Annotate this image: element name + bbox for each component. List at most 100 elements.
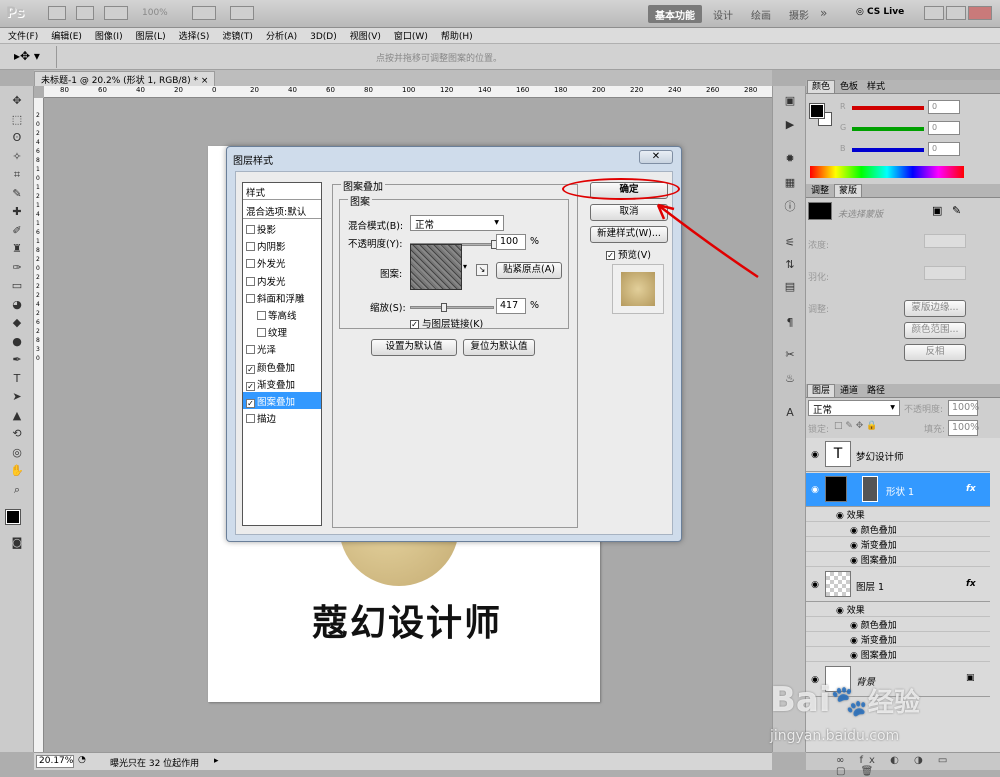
menu-item[interactable]: 帮助(H): [436, 28, 478, 43]
layer-row[interactable]: ◉ T 梦幻设计师: [806, 438, 990, 472]
scale-slider-thumb[interactable]: [441, 303, 448, 312]
checkbox-checked-icon[interactable]: ✓: [246, 364, 255, 374]
blending-options-default[interactable]: 混合选项:默认: [243, 202, 321, 219]
checkbox-icon[interactable]: [257, 311, 266, 320]
character-icon[interactable]: A: [782, 406, 798, 420]
bridge-icon[interactable]: [48, 6, 66, 20]
histogram-icon[interactable]: ▤: [782, 280, 798, 294]
channel-slider[interactable]: [852, 106, 924, 110]
status-zoom[interactable]: 20.17%: [36, 755, 74, 768]
layers-footer-icons[interactable]: ∞ fx ◐ ◑ ▭ ▢ 🗑: [806, 752, 1000, 777]
brushes-icon[interactable]: ✂: [782, 348, 798, 362]
eye-icon[interactable]: ◉: [850, 556, 861, 566]
channel-slider[interactable]: [852, 148, 924, 152]
3d-orbit-icon[interactable]: ◎: [9, 446, 25, 460]
workspace-photography[interactable]: 摄影: [782, 5, 816, 23]
style-item[interactable]: 投影: [243, 220, 321, 237]
effect-row[interactable]: ◉ 渐变叠加: [806, 538, 990, 552]
style-item[interactable]: 描边: [243, 409, 321, 426]
feather-field[interactable]: [924, 266, 966, 280]
menu-item[interactable]: 视图(V): [345, 28, 386, 43]
tab-styles[interactable]: 样式: [863, 81, 889, 94]
shape-tool-icon[interactable]: ▲: [9, 409, 25, 423]
eraser-icon[interactable]: ▭: [9, 279, 25, 293]
paragraph-icon[interactable]: ¶: [782, 316, 798, 330]
effect-row[interactable]: ◉ 颜色叠加: [806, 618, 990, 632]
opacity-value[interactable]: 100: [496, 234, 526, 250]
eyedropper-icon[interactable]: ✎: [9, 187, 25, 201]
menu-item[interactable]: 编辑(E): [46, 28, 87, 43]
scale-slider[interactable]: [410, 303, 494, 312]
cs-live-button[interactable]: ◎ CS Live: [856, 7, 904, 17]
tab-paths[interactable]: 路径: [863, 385, 889, 398]
menu-item[interactable]: 滤镜(T): [217, 28, 258, 43]
3d-rotate-icon[interactable]: ⟲: [9, 427, 25, 441]
eye-icon[interactable]: ◉: [809, 484, 821, 496]
status-icon[interactable]: ◔: [78, 755, 86, 765]
checkbox-icon[interactable]: [246, 276, 255, 286]
snap-origin-button[interactable]: 贴紧原点(A): [496, 262, 562, 279]
hand-tool-icon[interactable]: ✋: [9, 464, 25, 478]
move-tool-preset-icon[interactable]: ▸✥ ▾: [14, 49, 40, 63]
menu-item[interactable]: 图像(I): [90, 28, 128, 43]
style-item[interactable]: ✓ 图案叠加: [243, 392, 321, 409]
channel-value[interactable]: 0: [928, 121, 960, 135]
paint-bucket-icon[interactable]: ◕: [9, 298, 25, 312]
style-item[interactable]: ✓ 渐变叠加: [243, 375, 321, 392]
more-workspaces-icon[interactable]: »: [820, 6, 827, 20]
checkbox-icon[interactable]: [246, 414, 255, 424]
blend-mode-select[interactable]: 正常 ▾: [410, 215, 504, 231]
eye-icon[interactable]: ◉: [836, 606, 847, 616]
mask-edge-button[interactable]: 蒙版边缘...: [904, 300, 966, 317]
brush-tool-icon[interactable]: ✐: [9, 224, 25, 238]
layer-row[interactable]: ◉ 图层 1 fx: [806, 568, 990, 602]
checkbox-icon[interactable]: [246, 242, 255, 252]
lock-icons[interactable]: □ ✎ ✥ 🔒: [834, 421, 877, 431]
dodge-tool-icon[interactable]: ●: [9, 335, 25, 349]
style-item[interactable]: 等高线: [243, 306, 321, 323]
layer-opacity-value[interactable]: 100%: [948, 400, 979, 416]
actions-icon[interactable]: ▶: [782, 118, 798, 132]
fx-icon[interactable]: fx: [966, 484, 976, 494]
style-item[interactable]: 内发光: [243, 272, 321, 289]
new-preset-icon[interactable]: ↘: [476, 264, 488, 276]
navigator-icon[interactable]: ▦: [782, 176, 798, 190]
eye-icon[interactable]: ◉: [850, 651, 861, 661]
tab-channels[interactable]: 通道: [836, 385, 862, 398]
menu-item[interactable]: 窗口(W): [389, 28, 433, 43]
effects-row[interactable]: ◉ 效果: [806, 508, 990, 522]
foreground-color-swatch[interactable]: [5, 509, 21, 525]
color-range-button[interactable]: 颜色范围...: [904, 322, 966, 339]
pattern-swatch[interactable]: [410, 244, 462, 290]
set-default-button[interactable]: 设置为默认值: [371, 339, 457, 356]
blur-tool-icon[interactable]: ◆: [9, 316, 25, 330]
history-brush-icon[interactable]: ✑: [9, 261, 25, 275]
layer-row[interactable]: ◉ 形状 1 fx: [806, 473, 990, 507]
path-select-icon[interactable]: ➤: [9, 390, 25, 404]
checkbox-icon[interactable]: [246, 345, 255, 355]
pen-tool-icon[interactable]: ✒: [9, 353, 25, 367]
checkbox-checked-icon[interactable]: ✓: [246, 381, 255, 391]
channel-slider[interactable]: [852, 127, 924, 131]
effect-row[interactable]: ◉ 渐变叠加: [806, 633, 990, 647]
checkbox-checked-icon[interactable]: ✓: [246, 399, 255, 408]
reset-default-button[interactable]: 复位为默认值: [463, 339, 535, 356]
clone-stamp-icon[interactable]: ♜: [9, 242, 25, 256]
arrange-documents-icon[interactable]: [192, 6, 216, 20]
minimize-icon[interactable]: [924, 6, 944, 20]
style-item[interactable]: 光泽: [243, 340, 321, 357]
vector-mask-icon[interactable]: ✎: [952, 204, 961, 217]
close-window-icon[interactable]: [968, 6, 992, 20]
status-arrow-icon[interactable]: ▸: [214, 756, 219, 766]
tool-presets-icon[interactable]: ⇅: [782, 258, 798, 272]
crop-tool-icon[interactable]: ⌗: [9, 168, 25, 182]
effect-row[interactable]: ◉ 图案叠加: [806, 553, 990, 567]
eye-icon[interactable]: ◉: [850, 636, 861, 646]
tab-masks[interactable]: 蒙版: [834, 184, 863, 197]
scale-value[interactable]: 417: [496, 298, 526, 314]
info-icon[interactable]: ⓘ: [782, 200, 798, 214]
eye-icon[interactable]: ◉: [809, 579, 821, 591]
checkbox-icon[interactable]: [246, 225, 255, 234]
checkbox-icon[interactable]: [246, 293, 255, 303]
minibridge-icon[interactable]: [76, 6, 94, 20]
